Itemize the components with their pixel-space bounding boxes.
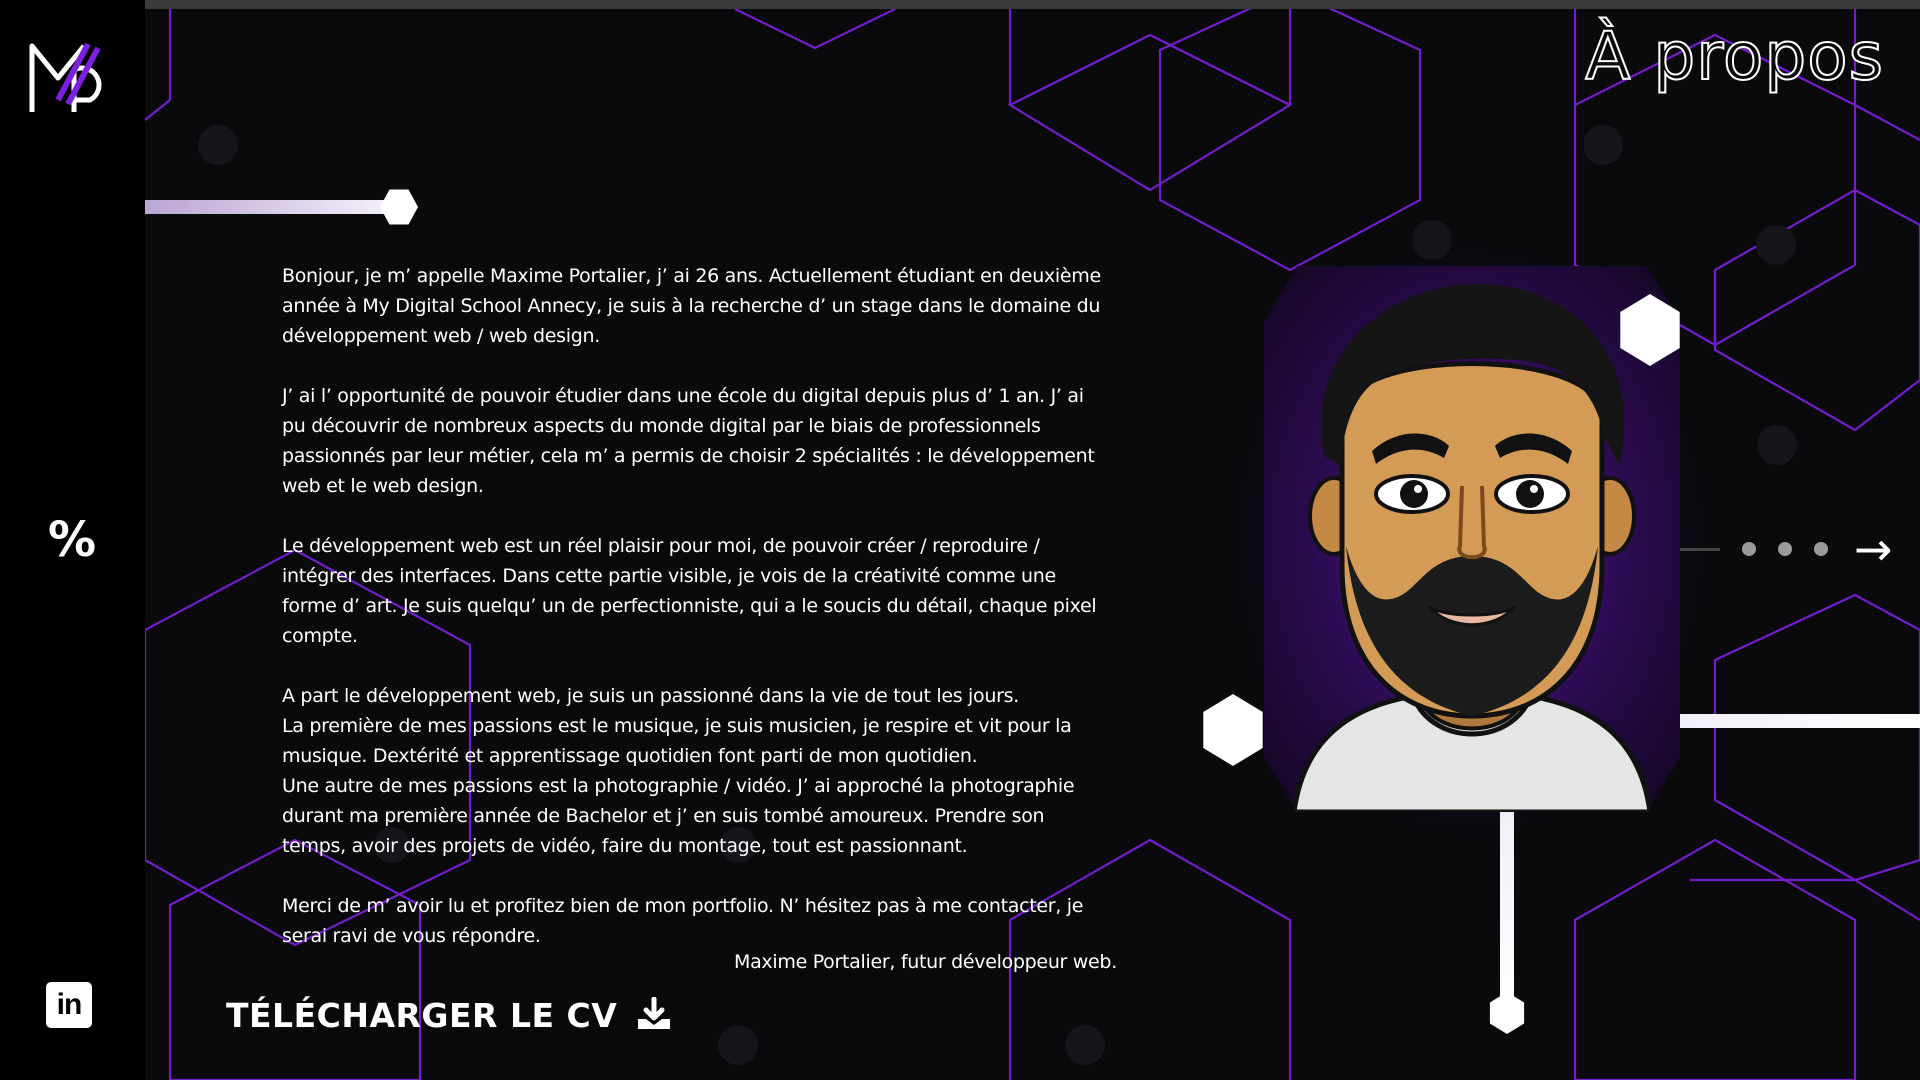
arrow-right-icon[interactable]: → <box>1854 526 1893 572</box>
about-paragraph: Bonjour, je m’ appelle Maxime Portalier,… <box>282 265 1101 347</box>
download-cv-label: TÉLÉCHARGER LE CV <box>226 995 618 1035</box>
about-paragraph: Une autre de mes passions est la photogr… <box>282 775 1075 857</box>
top-divider <box>145 0 1920 9</box>
avatar <box>1291 283 1653 812</box>
signature: Maxime Portalier, futur développeur web. <box>734 951 1117 973</box>
download-icon <box>638 997 671 1029</box>
about-text: Bonjour, je m’ appelle Maxime Portalier,… <box>282 261 1102 981</box>
mp-logo-icon[interactable] <box>28 38 114 116</box>
connector-bar-right <box>1680 714 1920 728</box>
about-paragraph: A part le développement web, je suis un … <box>282 685 1019 707</box>
avatar-frame <box>1264 266 1680 812</box>
percent-icon[interactable]: % <box>48 516 96 564</box>
about-paragraph: La première de mes passions est le musiq… <box>282 715 1072 767</box>
about-paragraph: Merci de m’ avoir lu et profitez bien de… <box>282 895 1084 947</box>
carousel-dot[interactable] <box>1778 542 1792 556</box>
about-paragraph: J’ ai l’ opportunité de pouvoir étudier … <box>282 385 1095 497</box>
download-cv-button[interactable]: TÉLÉCHARGER LE CV <box>226 992 673 1038</box>
connector-bar-vertical <box>1500 812 1514 1012</box>
connector-bar-left <box>145 200 385 214</box>
carousel-dot[interactable] <box>1742 542 1756 556</box>
page-title: À propos <box>1584 17 1884 96</box>
linkedin-icon[interactable]: in <box>46 982 92 1028</box>
sidebar: % in <box>0 0 145 1080</box>
about-paragraph: Le développement web est un réel plaisir… <box>282 535 1097 647</box>
carousel-dot[interactable] <box>1814 542 1828 556</box>
carousel-nav: → <box>1680 526 1893 572</box>
carousel-line <box>1680 547 1720 551</box>
